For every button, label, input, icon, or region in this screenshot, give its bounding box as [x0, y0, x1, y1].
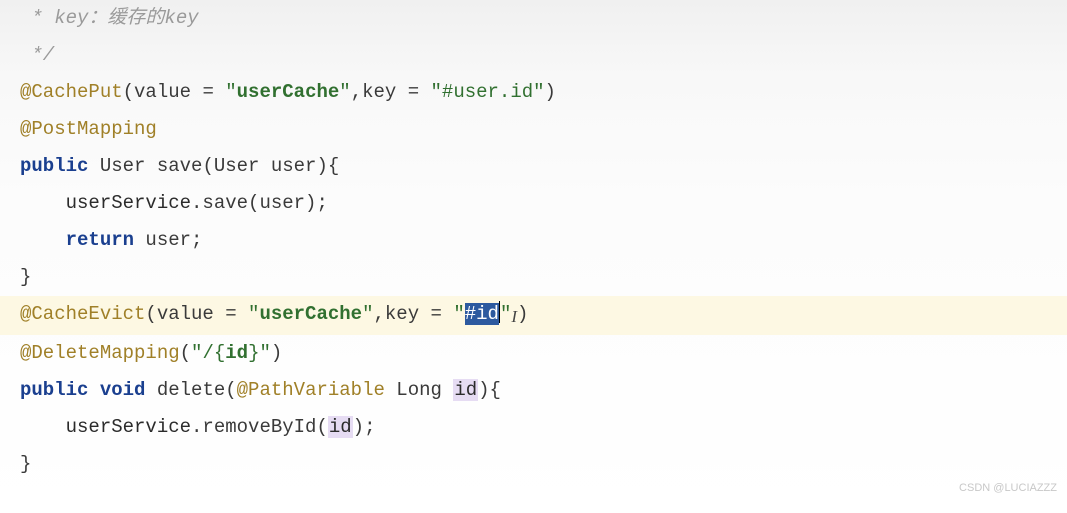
punct: ,key =: [351, 81, 431, 103]
param-var: id: [453, 379, 478, 401]
code-line: public void delete(@PathVariable Long id…: [20, 372, 1067, 409]
punct: ,key =: [373, 303, 453, 325]
code-line-highlighted: @CacheEvict(value = "userCache",key = "#…: [0, 296, 1067, 335]
annotation: @PostMapping: [20, 118, 157, 140]
keyword: return: [66, 229, 134, 251]
code-line: userService.removeById(id);: [20, 409, 1067, 446]
code-line: }: [20, 259, 1067, 296]
keyword: public: [20, 155, 88, 177]
code-line: @DeleteMapping("/{id}"): [20, 335, 1067, 372]
code-line: */: [20, 37, 1067, 74]
string-quote: ": [225, 81, 236, 103]
text: delete(: [145, 379, 236, 401]
string: userCache: [259, 303, 362, 325]
text: user;: [134, 229, 202, 251]
selection: #id: [465, 303, 499, 325]
text-cursor: [499, 301, 500, 323]
space: [88, 379, 99, 401]
code-line: @CachePut(value = "userCache",key = "#us…: [20, 74, 1067, 111]
punct: ): [545, 81, 556, 103]
punct: (: [180, 342, 191, 364]
text: ){: [478, 379, 501, 401]
text: );: [353, 416, 376, 438]
punct: ): [517, 303, 528, 325]
code-line: public User save(User user){: [20, 148, 1067, 185]
string: "/{: [191, 342, 225, 364]
param-var: id: [328, 416, 353, 438]
ibeam-cursor-icon: I: [511, 298, 517, 335]
code-line: }: [20, 446, 1067, 483]
annotation: @DeleteMapping: [20, 342, 180, 364]
field: userService: [20, 416, 191, 438]
code-line: return user;: [20, 222, 1067, 259]
field: userService: [20, 192, 191, 214]
string: }": [248, 342, 271, 364]
string-quote: ": [248, 303, 259, 325]
annotation: @PathVariable: [237, 379, 385, 401]
string-quote: ": [339, 81, 350, 103]
string: "#user.id": [431, 81, 545, 103]
string-quote: ": [500, 303, 511, 325]
punct: (value =: [145, 303, 248, 325]
code-line: userService.save(user);: [20, 185, 1067, 222]
string-quote: ": [362, 303, 373, 325]
keyword: void: [100, 379, 146, 401]
string: userCache: [237, 81, 340, 103]
string-quote: ": [453, 303, 464, 325]
indent: [20, 229, 66, 251]
keyword: public: [20, 379, 88, 401]
text: .removeById(: [191, 416, 328, 438]
text: User save(User user){: [88, 155, 339, 177]
code-line: * key：缓存的key: [20, 0, 1067, 37]
annotation: @CacheEvict: [20, 303, 145, 325]
watermark: CSDN @LUCIAZZZ: [959, 470, 1057, 507]
text: .save(user);: [191, 192, 328, 214]
annotation: @CachePut: [20, 81, 123, 103]
string: id: [225, 342, 248, 364]
punct: ): [271, 342, 282, 364]
code-line: @PostMapping: [20, 111, 1067, 148]
code-editor[interactable]: * key：缓存的key */ @CachePut(value = "userC…: [0, 0, 1067, 483]
punct: (value =: [123, 81, 226, 103]
text: Long: [385, 379, 453, 401]
